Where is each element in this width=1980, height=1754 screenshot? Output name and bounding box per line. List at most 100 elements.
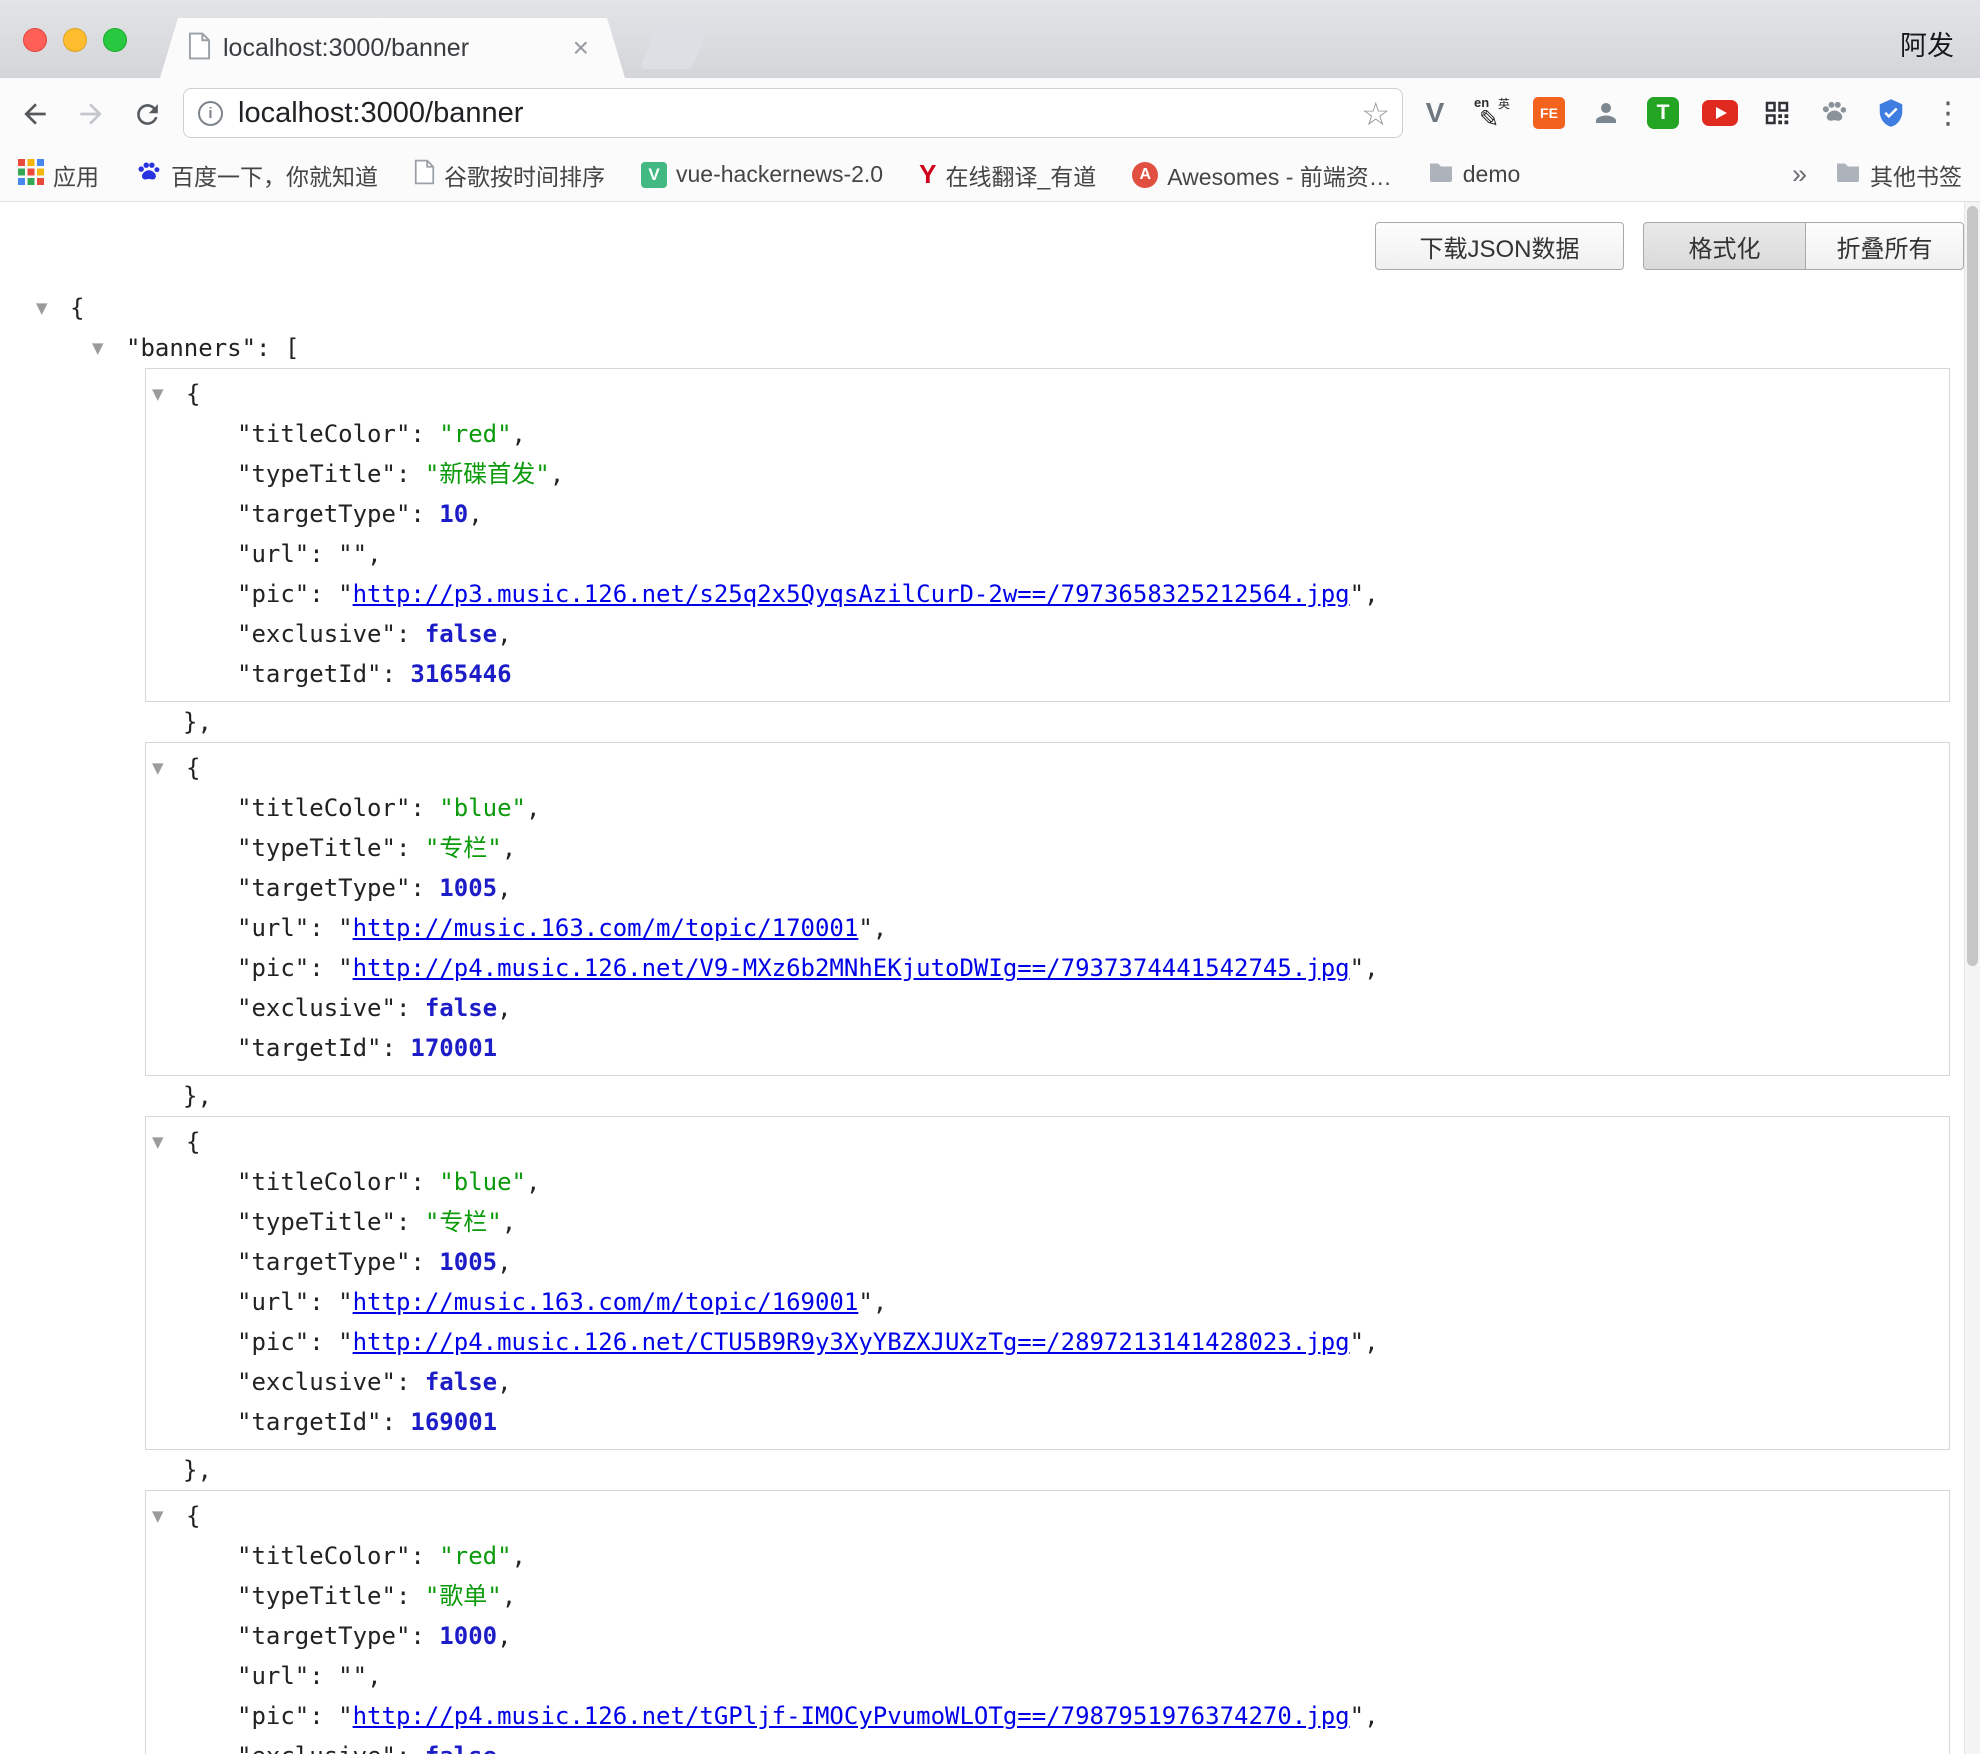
json-empty-string-value: "" <box>338 540 367 568</box>
json-string-value: "red" <box>439 1542 511 1570</box>
json-property-targetId: "targetId": 3165446 <box>146 654 1949 694</box>
close-tab-icon[interactable]: × <box>571 34 591 62</box>
json-property-url: "url": "http://music.163.com/m/topic/169… <box>146 1282 1949 1322</box>
address-bar[interactable]: i localhost:3000/banner ☆ <box>183 88 1403 138</box>
json-property-typeTitle: "typeTitle": "专栏", <box>146 1202 1949 1242</box>
download-json-button[interactable]: 下载JSON数据 <box>1375 222 1624 270</box>
json-link-url[interactable]: http://music.163.com/m/topic/169001 <box>353 1288 859 1316</box>
bookmark-youdao[interactable]: Y 在线翻译_有道 <box>919 158 1096 192</box>
minimize-window-button[interactable] <box>63 28 87 52</box>
json-string-value: "blue" <box>439 1168 526 1196</box>
folder-icon <box>1835 161 1861 188</box>
json-link-pic[interactable]: http://p4.music.126.net/tGPljf-IMOCyPvum… <box>353 1702 1350 1730</box>
page-info-icon[interactable]: i <box>198 101 223 126</box>
json-key: "typeTitle" <box>237 834 396 862</box>
navigation-toolbar: i localhost:3000/banner ☆ V en 英 ✎ FE T <box>0 78 1980 148</box>
reload-button[interactable] <box>128 95 166 133</box>
json-property-targetId: "targetId": 169001 <box>146 1402 1949 1442</box>
banner-array-item: ▼{"titleColor": "blue","typeTitle": "专栏"… <box>145 1116 1950 1490</box>
json-property-url: "url": "", <box>146 534 1949 574</box>
profile-name: 阿发 <box>1900 24 1954 63</box>
json-key: "targetId" <box>237 1408 382 1436</box>
json-object-close-line: }, <box>145 1076 1950 1116</box>
json-boolean-value: false <box>425 620 497 648</box>
fehelper-extension-icon[interactable]: FE <box>1531 95 1567 131</box>
format-button[interactable]: 格式化 <box>1643 222 1806 270</box>
json-root-open-line: ▼{ <box>0 288 1980 328</box>
paw-extension-icon[interactable] <box>1816 95 1852 131</box>
translate-extension-icon[interactable]: en 英 ✎ <box>1474 95 1510 131</box>
qr-code-extension-icon[interactable] <box>1759 95 1795 131</box>
zoom-window-button[interactable] <box>103 28 127 52</box>
tampermonkey-extension-icon[interactable]: T <box>1645 95 1681 131</box>
baidu-paw-icon <box>135 159 162 191</box>
scrollbar-thumb[interactable] <box>1967 206 1978 966</box>
vimium-extension-icon[interactable]: V <box>1417 95 1453 131</box>
bookmark-folder-other[interactable]: 其他书签 <box>1835 158 1962 192</box>
json-key: "targetType" <box>237 1248 410 1276</box>
collapse-triangle-icon[interactable]: ▼ <box>152 374 176 414</box>
back-button[interactable] <box>16 95 54 133</box>
window-titlebar: localhost:3000/banner × 阿发 <box>0 0 1980 78</box>
json-key: "exclusive" <box>237 620 396 648</box>
json-link-pic[interactable]: http://p4.music.126.net/V9-MXz6b2MNhEKju… <box>353 954 1350 982</box>
json-key: "exclusive" <box>237 1742 396 1754</box>
vue-icon: V <box>641 162 667 188</box>
json-object-open-line: ▼{ <box>146 1122 1949 1162</box>
collapse-triangle-icon[interactable]: ▼ <box>152 1496 176 1536</box>
bookmark-vue-hackernews[interactable]: V vue-hackernews-2.0 <box>641 161 883 188</box>
json-number-value: 1000 <box>439 1622 497 1650</box>
vertical-scrollbar[interactable] <box>1964 202 1980 1754</box>
bookmarks-bar: 应用 百度一下，你就知道 谷歌按时间排序 V vue-hackernews-2.… <box>0 148 1980 202</box>
collapse-triangle-icon[interactable]: ▼ <box>152 748 176 788</box>
json-key: "pic" <box>237 580 309 608</box>
json-object-close-line: }, <box>145 702 1950 742</box>
bookmarks-overflow-chevron[interactable]: » <box>1792 159 1807 190</box>
json-property-titleColor: "titleColor": "blue", <box>146 1162 1949 1202</box>
json-key: "exclusive" <box>237 1368 396 1396</box>
collapse-all-button[interactable]: 折叠所有 <box>1805 222 1964 270</box>
security-shield-extension-icon[interactable] <box>1873 95 1909 131</box>
apps-grid-icon <box>18 159 44 190</box>
share-person-extension-icon[interactable] <box>1588 95 1624 131</box>
json-key: "titleColor" <box>237 1168 410 1196</box>
collapse-triangle-icon[interactable]: ▼ <box>92 328 116 368</box>
banner-object-box: ▼{"titleColor": "blue","typeTitle": "专栏"… <box>145 742 1950 1076</box>
json-key: "targetType" <box>237 500 410 528</box>
json-string-value: "red" <box>439 420 511 448</box>
forward-button[interactable] <box>72 95 110 133</box>
json-property-pic: "pic": "http://p4.music.126.net/tGPljf-I… <box>146 1696 1949 1736</box>
bookmark-folder-demo[interactable]: demo <box>1428 161 1521 188</box>
json-string-value: "歌单" <box>425 1582 502 1610</box>
json-viewer: ▼{ ▼"banners": [ ▼{"titleColor": "red","… <box>0 202 1980 1754</box>
json-number-value: 1005 <box>439 1248 497 1276</box>
page-favicon-icon <box>188 32 211 65</box>
bookmark-awesomes[interactable]: A Awesomes - 前端资… <box>1132 158 1392 192</box>
bookmark-baidu[interactable]: 百度一下，你就知道 <box>135 158 378 192</box>
collapse-triangle-icon[interactable]: ▼ <box>36 288 60 328</box>
json-link-url[interactable]: http://music.163.com/m/topic/170001 <box>353 914 859 942</box>
youtube-extension-icon[interactable] <box>1702 95 1738 131</box>
banner-object-box: ▼{"titleColor": "blue","typeTitle": "专栏"… <box>145 1116 1950 1450</box>
json-link-pic[interactable]: http://p3.music.126.net/s25q2x5QyqsAzilC… <box>353 580 1350 608</box>
json-property-pic: "pic": "http://p4.music.126.net/V9-MXz6b… <box>146 948 1949 988</box>
close-window-button[interactable] <box>23 28 47 52</box>
bookmark-star-icon[interactable]: ☆ <box>1361 95 1390 133</box>
bookmark-google-sort[interactable]: 谷歌按时间排序 <box>414 158 605 192</box>
awesomes-icon: A <box>1132 162 1158 188</box>
bookmark-apps[interactable]: 应用 <box>18 158 99 192</box>
banner-array-item: ▼{"titleColor": "blue","typeTitle": "专栏"… <box>145 742 1950 1116</box>
json-link-pic[interactable]: http://p4.music.126.net/CTU5B9R9y3XyYBZX… <box>353 1328 1350 1356</box>
json-property-pic: "pic": "http://p3.music.126.net/s25q2x5Q… <box>146 574 1949 614</box>
browser-tab[interactable]: localhost:3000/banner × <box>160 18 625 78</box>
json-object-open-line: ▼{ <box>146 374 1949 414</box>
chrome-menu-icon[interactable]: ⋮ <box>1930 95 1966 131</box>
json-property-targetType: "targetType": 1000, <box>146 1616 1949 1656</box>
json-number-value: 10 <box>439 500 468 528</box>
collapse-triangle-icon[interactable]: ▼ <box>152 1122 176 1162</box>
new-tab-button[interactable] <box>640 27 709 69</box>
json-key: "url" <box>237 1662 309 1690</box>
json-key: "typeTitle" <box>237 1582 396 1610</box>
json-key: "titleColor" <box>237 1542 410 1570</box>
json-key: "url" <box>237 540 309 568</box>
